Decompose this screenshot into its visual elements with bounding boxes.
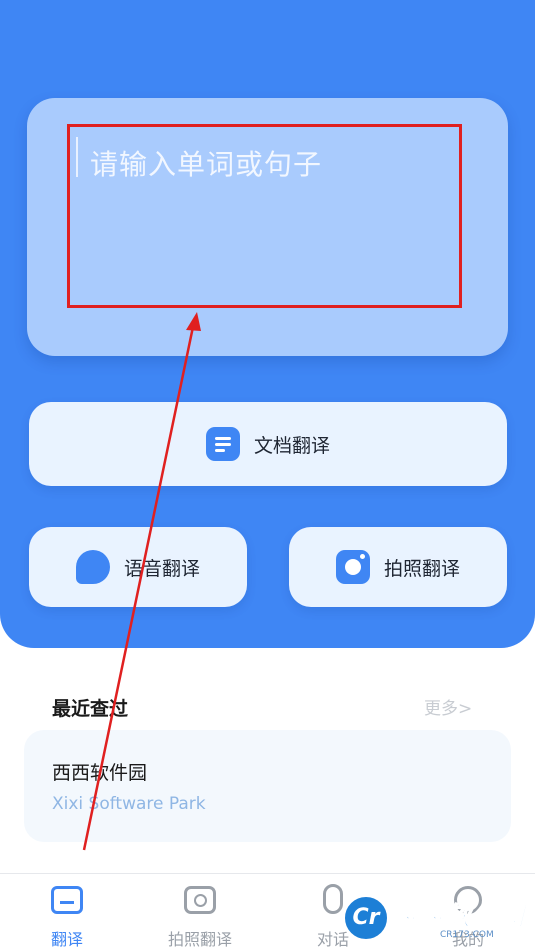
- voice-translate-button[interactable]: 语音翻译: [29, 527, 247, 607]
- translate-input-placeholder[interactable]: 请输入单词或句子: [90, 143, 322, 183]
- hero-panel: 请输入单词或句子 文档翻译 语音翻译 拍照翻译: [0, 0, 535, 648]
- annotation-highlight-box: 请输入单词或句子: [67, 124, 462, 308]
- recent-item-translation: Xixi Software Park: [52, 794, 206, 814]
- tab-translate-label: 翻译: [50, 930, 83, 949]
- watermark-badge: Cr: [342, 894, 390, 942]
- watermark-text: 西西软件园: [389, 902, 526, 933]
- translate-input-card[interactable]: 请输入单词或句子: [27, 98, 508, 356]
- site-watermark: Cr 西西软件园 CR173.COM: [330, 890, 535, 948]
- recent-item[interactable]: 西西软件园 Xixi Software Park: [24, 730, 511, 842]
- voice-translate-label: 语音翻译: [123, 557, 200, 580]
- document-icon: [205, 427, 240, 461]
- tab-photo-translate-label: 拍照翻译: [167, 930, 232, 949]
- folder-icon: [51, 886, 83, 914]
- recent-section-title: 最近查过: [52, 698, 129, 720]
- tab-translate[interactable]: 翻译: [12, 882, 122, 950]
- watermark-subtext: CR173.COM: [440, 930, 494, 940]
- recent-item-word: 西西软件园: [52, 762, 148, 784]
- tab-photo-translate[interactable]: 拍照翻译: [145, 882, 255, 950]
- recent-more-link[interactable]: 更多>: [424, 694, 472, 719]
- doc-translate-label: 文档翻译: [253, 434, 330, 457]
- photo-translate-label: 拍照翻译: [383, 557, 460, 580]
- text-caret: [76, 137, 78, 177]
- camera-icon: [335, 550, 370, 584]
- photo-translate-button[interactable]: 拍照翻译: [289, 527, 507, 607]
- voice-icon: [75, 550, 110, 584]
- doc-translate-button[interactable]: 文档翻译: [29, 402, 507, 486]
- camera-tab-icon: [184, 886, 216, 914]
